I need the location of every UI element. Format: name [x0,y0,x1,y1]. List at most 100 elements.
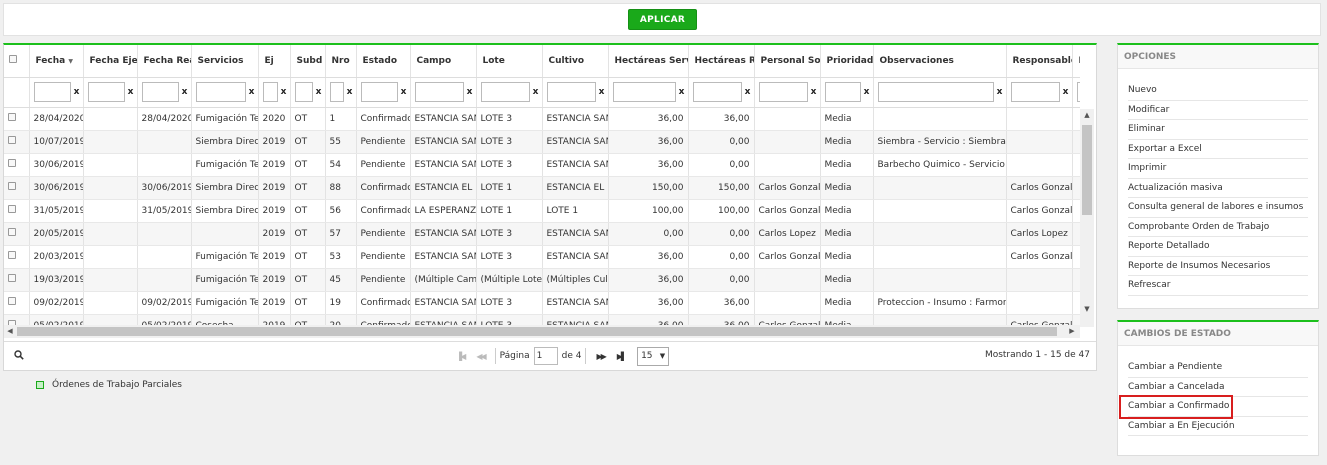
clear-filter-icon[interactable]: x [248,87,256,97]
col-header-hectareas-servicio[interactable]: Hectáreas Servic [608,45,689,78]
filter-input-prioridad[interactable] [824,82,861,102]
option-reporte-detallado[interactable]: Reporte Detallado [1128,237,1308,257]
col-header-lote[interactable]: Lote [476,45,543,78]
horizontal-scrollbar[interactable]: ◀ ▶ [4,325,1080,338]
option-refrescar[interactable]: Refrescar [1128,276,1308,296]
col-header-ej[interactable]: Ej [258,45,291,78]
state-action-cambiar-a-en-ejecucion[interactable]: Cambiar a En Ejecución [1128,417,1308,436]
col-header-prioridad[interactable]: Prioridad [820,45,874,78]
filter-input-fecha-real[interactable] [141,82,179,102]
col-header-personal-solicitante[interactable]: Personal Solic [754,45,821,78]
page-number-input[interactable]: 1 [533,347,558,365]
col-header-estado[interactable]: Estado [356,45,411,78]
row-checkbox[interactable] [4,291,30,315]
horizontal-scroll-thumb[interactable] [17,327,1057,336]
row-checkbox[interactable] [4,107,30,131]
col-header-cultivo[interactable]: Cultivo [542,45,609,78]
clear-filter-icon[interactable]: x [73,87,81,97]
filter-input-hectareas-servic[interactable] [612,82,676,102]
row-checkbox[interactable] [4,130,30,154]
col-header-subd[interactable]: Subd [290,45,326,78]
row-checkbox[interactable] [4,199,30,223]
row-checkbox[interactable] [4,176,30,200]
col-header-observaciones[interactable]: Observaciones [873,45,1007,78]
row-checkbox[interactable] [4,245,30,269]
clear-filter-icon[interactable]: x [863,87,871,97]
option-eliminar[interactable]: Eliminar [1128,120,1308,140]
scroll-down-icon[interactable]: ▼ [1080,303,1094,315]
filter-input-nro[interactable] [329,82,344,102]
clear-filter-icon[interactable]: x [181,87,189,97]
scroll-up-icon[interactable]: ▲ [1080,109,1094,121]
row-checkbox[interactable] [4,314,30,325]
state-action-cambiar-a-pendiente[interactable]: Cambiar a Pendiente [1128,358,1308,378]
clear-filter-icon[interactable]: x [280,87,288,97]
page-size-select[interactable]: 15 ▼ [637,346,670,366]
table-row[interactable]: 30/06/2019 30/06/2019 Siembra Direct 2019 OT… [4,176,1080,200]
table-row[interactable]: 28/04/2020 28/04/2020 Fumigación Ter 2020 OT… [4,107,1080,131]
option-imprimir[interactable]: Imprimir [1128,159,1308,179]
prev-page-icon[interactable]: ◀◀ [476,352,486,361]
table-row[interactable]: 09/02/2019 09/02/2019 Fumigación Ter 2019 OT… [4,291,1080,315]
clear-filter-icon[interactable]: x [466,87,474,97]
col-header-responsables[interactable]: Responsables [1006,45,1073,78]
option-nuevo[interactable]: Nuevo [1128,81,1308,101]
row-checkbox[interactable] [4,153,30,177]
option-exportar-a-excel[interactable]: Exportar a Excel [1128,140,1308,159]
clear-filter-icon[interactable]: x [346,87,354,97]
select-all-checkbox[interactable] [4,45,30,78]
filter-input-hectareas-rea[interactable] [692,82,742,102]
filter-input-estado[interactable] [360,82,398,102]
filter-input-observaciones[interactable] [877,82,994,102]
filter-input-lote[interactable] [480,82,530,102]
filter-input-ej[interactable] [262,82,278,102]
clear-filter-icon[interactable]: x [532,87,540,97]
table-row[interactable]: 30/06/2019 Fumigación Ter 2019 OT 54 Pendient… [4,153,1080,177]
option-comprobante-orden-de-trabajo[interactable]: Comprobante Orden de Trabajo [1128,218,1308,237]
table-row[interactable]: 10/07/2019 Siembra Direct 2019 OT 55 Pendient… [4,130,1080,154]
scroll-right-icon[interactable]: ▶ [1066,325,1078,338]
last-page-icon[interactable]: ▶▌ [617,352,627,361]
filter-input-responsables[interactable] [1010,82,1060,102]
option-consulta-general-de-labores-e-insumos[interactable]: Consulta general de labores e insumos [1128,198,1308,218]
clear-filter-icon[interactable]: x [315,87,323,97]
filter-input-fecha[interactable] [33,82,71,102]
vertical-scrollbar[interactable]: ▲ ▼ [1080,109,1094,327]
col-header-fecha-real[interactable]: Fecha Real [137,45,192,78]
table-row[interactable]: 20/03/2019 Fumigación Ter 2019 OT 53 Pendient… [4,245,1080,269]
clear-filter-icon[interactable]: x [127,87,135,97]
row-checkbox[interactable] [4,222,30,246]
first-page-icon[interactable]: ▐◀ [456,352,466,361]
option-actualizacion-masiva[interactable]: Actualización masiva [1128,179,1308,198]
filter-input-esta[interactable] [1076,82,1080,102]
vertical-scroll-thumb[interactable] [1082,125,1092,215]
table-row[interactable]: 19/03/2019 Fumigación Ter 2019 OT 45 Pendient… [4,268,1080,292]
table-row[interactable]: 31/05/2019 31/05/2019 Siembra Direct 2019 OT… [4,199,1080,223]
col-header-servicios[interactable]: Servicios [191,45,259,78]
option-modificar[interactable]: Modificar [1128,101,1308,120]
col-header-fecha[interactable]: Fecha ▼ [29,45,84,78]
col-header-hectareas-reales[interactable]: Hectáreas Rea [688,45,755,78]
table-row[interactable]: 20/05/2019 2019 OT 57 Pendiente ESTANCIA SAN L… [4,222,1080,246]
option-reporte-de-insumos-necesarios[interactable]: Reporte de Insumos Necesarios [1128,257,1308,276]
clear-filter-icon[interactable]: x [1062,87,1070,97]
table-row[interactable]: 05/02/201905/02/2019Cosecha2019OT20Confi… [4,314,1080,325]
col-header-campo[interactable]: Campo [410,45,477,78]
clear-filter-icon[interactable]: x [678,87,686,97]
col-header-estado-2[interactable]: Esta [1072,45,1080,78]
filter-input-subd[interactable] [294,82,313,102]
next-page-icon[interactable]: ▶▶ [596,352,606,361]
filter-input-cultivo[interactable] [546,82,596,102]
col-header-fecha-ejec[interactable]: Fecha Ejec [83,45,138,78]
filter-input-fecha-ejec[interactable] [87,82,125,102]
filter-input-personal-solic[interactable] [758,82,808,102]
search-icon[interactable] [14,350,24,360]
filter-input-servicios[interactable] [195,82,246,102]
filter-input-campo[interactable] [414,82,464,102]
clear-filter-icon[interactable]: x [810,87,818,97]
clear-filter-icon[interactable]: x [996,87,1004,97]
scroll-left-icon[interactable]: ◀ [4,325,16,338]
clear-filter-icon[interactable]: x [400,87,408,97]
row-checkbox[interactable] [4,268,30,292]
apply-button[interactable]: APLICAR [628,9,697,30]
